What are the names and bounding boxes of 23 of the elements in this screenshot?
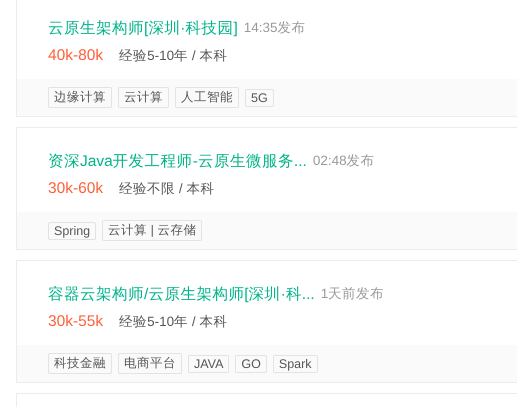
job-requirements: 经验5-10年 / 本科	[119, 313, 228, 331]
skill-tag: 云计算 | 云存储	[102, 220, 202, 241]
skill-tag: JAVA	[188, 354, 230, 372]
job-title-link[interactable]: 容器云架构师/云原生架构师[深圳·科...	[48, 284, 315, 304]
skill-tag: 科技金融	[48, 353, 112, 374]
skill-tag: 电商平台	[118, 353, 182, 374]
salary-range: 30k-55k	[48, 313, 104, 331]
skill-tag: 5G	[245, 88, 274, 106]
salary-range: 30k-60k	[48, 180, 104, 198]
skill-tag: GO	[235, 354, 267, 372]
skill-tag: 边缘计算	[48, 87, 112, 108]
skill-tag: Spring	[48, 222, 96, 240]
skill-tag: 云计算	[118, 87, 169, 108]
post-time: 14:35发布	[244, 19, 306, 37]
post-time: 1天前发布	[320, 285, 384, 303]
skill-tag: Spark	[272, 354, 318, 372]
skill-tag: 人工智能	[175, 87, 239, 108]
post-time: 02:48发布	[312, 152, 375, 170]
job-requirements: 经验5-10年 / 本科	[119, 47, 228, 65]
salary-range: 40k-80k	[48, 47, 104, 65]
job-title-link[interactable]: 云原生架构师[深圳·科技园]	[48, 18, 238, 38]
job-title-link[interactable]: 资深Java开发工程师-云原生微服务...	[48, 150, 307, 172]
job-requirements: 经验不限 / 本科	[119, 180, 214, 198]
